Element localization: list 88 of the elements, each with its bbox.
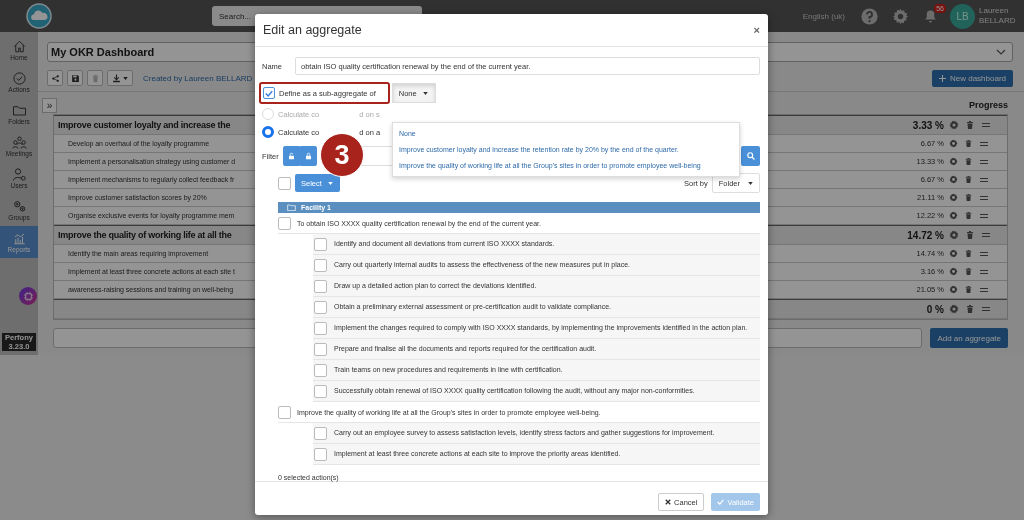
folder-icon (287, 204, 296, 211)
reports-icon (11, 231, 27, 246)
chip-icon (23, 291, 33, 301)
settings-icon[interactable] (949, 211, 958, 220)
settings-icon[interactable] (949, 249, 958, 258)
delete-icon[interactable] (964, 139, 973, 148)
progress-value: 3.33 % (912, 119, 944, 131)
aggregate-title: Improve customer loyalty and increase the (58, 120, 231, 130)
delete-icon[interactable] (964, 211, 973, 220)
user-avatar[interactable]: LB (950, 3, 975, 29)
plus-icon (938, 74, 946, 82)
delete-icon[interactable] (964, 285, 973, 294)
close-icon (665, 499, 672, 505)
settings-icon[interactable] (949, 120, 959, 130)
checkbox[interactable] (314, 363, 327, 377)
delete-icon[interactable] (964, 157, 973, 166)
folders-icon (11, 103, 27, 118)
settings-icon[interactable] (949, 157, 958, 166)
checkbox[interactable] (314, 384, 327, 398)
delete-icon[interactable] (965, 120, 975, 130)
creator-link[interactable]: Created by Laureen BELLARD (143, 73, 253, 83)
checkbox[interactable] (314, 258, 327, 272)
bell-icon[interactable] (923, 8, 938, 24)
share-icon (50, 73, 60, 83)
radio-button[interactable] (262, 126, 274, 138)
trash-icon (90, 73, 100, 83)
settings-icon[interactable] (949, 175, 958, 184)
delete-icon[interactable] (964, 175, 973, 184)
checkbox[interactable] (263, 87, 275, 99)
help-icon[interactable] (861, 7, 878, 25)
settings-icon[interactable] (949, 285, 958, 294)
search-button[interactable] (741, 146, 760, 166)
home-icon (11, 39, 27, 54)
aggregate-title: Improve the quality of working life at all the (58, 230, 232, 240)
save-button[interactable] (67, 70, 83, 86)
delete-icon[interactable] (965, 304, 975, 314)
users-icon (11, 167, 27, 182)
checkbox[interactable] (278, 176, 291, 190)
unlocked-icon (287, 152, 295, 160)
download-button[interactable] (107, 70, 133, 86)
progress-value: 14.72 % (907, 229, 944, 241)
chevron-down-icon (996, 49, 1006, 55)
caret-icon (327, 181, 333, 185)
checkbox[interactable] (314, 447, 327, 461)
checkbox[interactable] (314, 426, 327, 440)
search-icon (746, 152, 755, 160)
new-dashboard-button[interactable]: New dashboard (931, 69, 1013, 87)
delete-icon[interactable] (965, 230, 975, 240)
close-button[interactable]: × (753, 24, 760, 36)
checkbox[interactable] (314, 321, 327, 335)
logo-icon (26, 3, 52, 29)
share-button[interactable] (47, 70, 63, 86)
check-icon (717, 499, 725, 505)
lock-icon (304, 152, 312, 160)
meetings-icon (11, 135, 27, 150)
checkbox[interactable] (314, 342, 327, 356)
unlocked-filter-button[interactable] (282, 146, 300, 166)
drag-handle-icon[interactable] (981, 304, 991, 314)
settings-icon[interactable] (949, 193, 958, 202)
drag-handle-icon[interactable] (981, 120, 991, 130)
column-header: Progress (968, 100, 1008, 110)
settings-icon[interactable] (949, 230, 959, 240)
assistant-button[interactable] (19, 287, 37, 305)
check-icon (265, 89, 273, 97)
progress-value: 0 % (926, 303, 944, 315)
checkbox[interactable] (278, 216, 291, 230)
download-icon (112, 73, 121, 83)
actions-icon (11, 71, 27, 86)
caret-icon (123, 76, 128, 80)
save-icon (70, 73, 80, 83)
checkbox[interactable] (314, 279, 327, 293)
checkbox[interactable] (314, 237, 327, 251)
checkbox[interactable] (314, 300, 327, 314)
caret-icon (748, 181, 753, 185)
expand-button[interactable]: » (42, 97, 57, 113)
settings-icon[interactable] (892, 7, 909, 25)
drag-handle-icon[interactable] (981, 230, 991, 240)
groups-icon (11, 199, 27, 214)
settings-icon[interactable] (949, 267, 958, 276)
delete-icon[interactable] (964, 267, 973, 276)
dialog-title: Edit an aggregate (263, 23, 362, 37)
add-aggregate-button[interactable]: Add an aggregate (930, 328, 1008, 348)
settings-icon[interactable] (949, 139, 958, 148)
user-name: Laureen BELLARD (979, 6, 1017, 26)
settings-icon[interactable] (949, 304, 959, 314)
delete-icon[interactable] (964, 249, 973, 258)
checkbox[interactable] (278, 405, 291, 419)
delete-icon[interactable] (964, 193, 973, 202)
